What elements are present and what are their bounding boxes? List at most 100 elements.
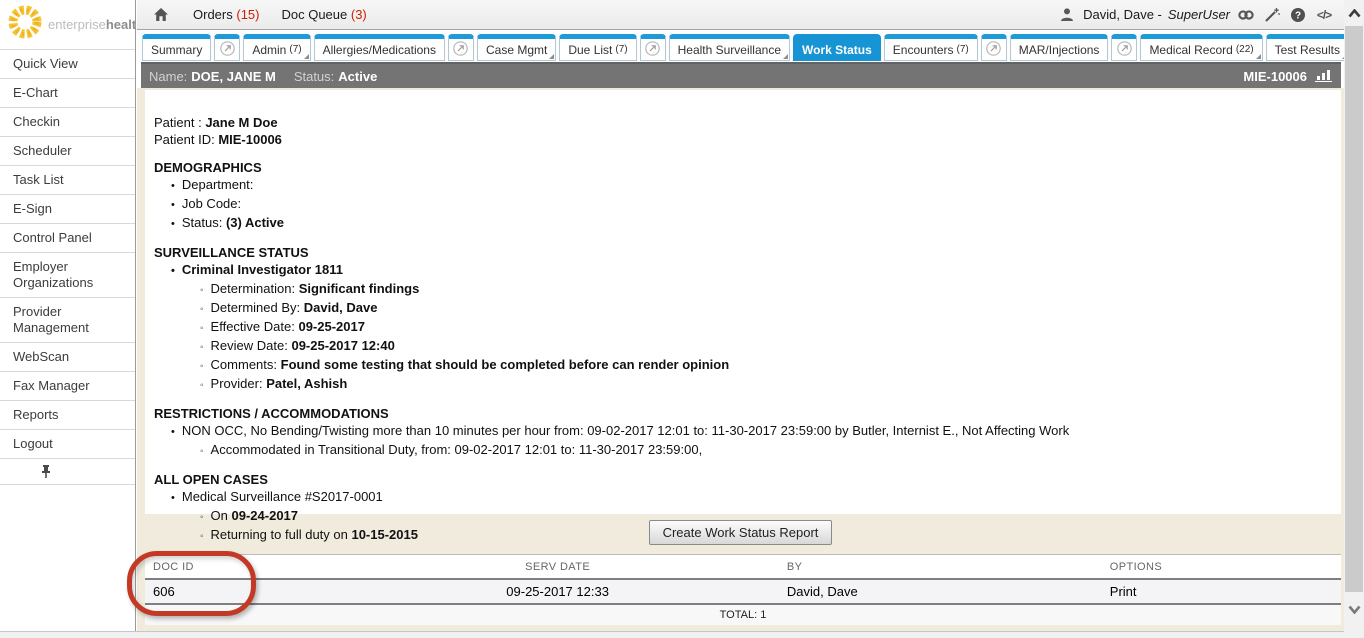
tab-test-results[interactable]: Test Results [1266,34,1349,61]
horizontal-scrollbar[interactable] [0,631,1344,638]
tab-label: Health Surveillance [678,43,781,57]
chart-stats-icon[interactable] [1315,68,1333,85]
patient-id-line: Patient ID: MIE-10006 [154,131,1331,148]
sidebar-item-reports[interactable]: Reports [0,400,135,429]
create-work-status-report-button[interactable]: Create Work Status Report [649,520,833,545]
pushpin-icon[interactable] [40,465,52,482]
item-value: Significant findings [299,281,420,296]
section-title-surveillance: SURVEILLANCE STATUS [154,244,1331,261]
tab-encounters-popout[interactable] [981,34,1007,61]
nav-orders-count: (15) [236,7,259,22]
help-icon[interactable]: ? [1288,6,1308,24]
print-link[interactable]: Print [1102,584,1341,599]
sidebar-item-employer-organizations[interactable]: Employer Organizations [0,252,135,297]
app-logo: enterprisehealth [0,0,135,49]
vertical-scrollbar[interactable] [1344,0,1364,638]
tab-case-mgmt[interactable]: Case Mgmt [477,34,556,61]
chart-tab-strip: Summary Admin(7) Allergies/Medications C… [137,30,1344,62]
tab-label: Allergies/Medications [323,43,436,57]
col-header-by: BY [779,561,1102,573]
sidebar-item-e-sign[interactable]: E-Sign [0,194,135,223]
item-label: Effective Date: [211,319,299,334]
user-icon [1057,6,1077,24]
col-header-options: OPTIONS [1102,561,1341,573]
tab-mar-popout[interactable] [1111,34,1137,61]
col-header-serv-date: SERV DATE [336,561,779,573]
tab-allergies-medications[interactable]: Allergies/Medications [314,34,445,61]
sidebar-item-fax-manager[interactable]: Fax Manager [0,371,135,400]
item-value: David, Dave [304,300,378,315]
scroll-down-icon[interactable] [1344,598,1364,620]
patient-status-label: Status: [294,69,334,84]
tab-label: Admin [252,43,286,57]
item-label: Job Code: [182,196,241,211]
tab-allergies-popout[interactable] [448,34,474,61]
scrollbar-thumb[interactable] [1345,26,1363,592]
sidebar-item-logout[interactable]: Logout [0,429,135,458]
tab-admin[interactable]: Admin(7) [243,34,310,61]
patient-header-bar: Name: DOE, JANE M Status: Active MIE-100… [141,62,1341,88]
link-icon[interactable] [1236,6,1256,24]
surveillance-determined-by: Determined By: David, Dave [200,299,1331,318]
dropdown-corner-icon [304,54,309,59]
patient-name-value: DOE, JANE M [191,69,276,84]
sidebar-item-task-list[interactable]: Task List [0,165,135,194]
user-name: David, Dave - [1083,7,1162,22]
tab-count: (22) [1236,44,1254,55]
tab-due-list[interactable]: Due List(7) [559,34,636,61]
patient-status-value: Active [338,69,377,84]
sidebar-item-webscan[interactable]: WebScan [0,342,135,371]
demographics-job-code: Job Code: [171,195,1331,214]
app-logo-text: enterprisehealth [48,17,144,32]
tab-encounters[interactable]: Encounters(7) [884,34,978,61]
restriction-bullet: NON OCC, No Bending/Twisting more than 1… [171,422,1331,441]
item-label: Provider: [211,376,267,391]
surveillance-job-bullet: Criminal Investigator 1811 [171,261,1331,280]
code-icon[interactable]: </> [1314,6,1334,24]
cell-serv-date: 09-25-2017 12:33 [336,584,779,599]
patient-name-label: Name: [149,69,187,84]
sidebar-pin-row [0,458,135,485]
restriction-accommodation: Accommodated in Transitional Duty, from:… [200,441,1331,460]
tab-count: (7) [615,44,627,55]
tab-label: Encounters [893,43,954,57]
demographics-department: Department: [171,176,1331,195]
wand-icon[interactable] [1262,6,1282,24]
section-title-open-cases: ALL OPEN CASES [154,471,1331,488]
table-total-row: TOTAL: 1 [145,605,1341,625]
tab-label: Test Results [1275,43,1340,57]
sidebar-item-quick-view[interactable]: Quick View [0,49,135,78]
sidebar-item-scheduler[interactable]: Scheduler [0,136,135,165]
section-title-restrictions: RESTRICTIONS / ACCOMMODATIONS [154,405,1331,422]
popout-arrow-icon [1117,41,1132,59]
sidebar-item-provider-management[interactable]: Provider Management [0,297,135,342]
tab-summary[interactable]: Summary [142,34,211,61]
item-label: Determined By: [211,300,304,315]
table-row[interactable]: 606 09-25-2017 12:33 David, Dave Print [145,580,1341,603]
dropdown-corner-icon [549,54,554,59]
tab-work-status[interactable]: Work Status [793,34,881,61]
svg-text:?: ? [1295,10,1301,21]
tab-medical-record[interactable]: Medical Record(22) [1140,34,1262,61]
nav-doc-queue-label: Doc Queue [281,7,347,22]
home-icon[interactable] [151,6,171,24]
item-label: Status: [182,215,226,230]
scroll-up-icon[interactable] [1344,2,1364,24]
nav-doc-queue-link[interactable]: Doc Queue (3) [281,7,366,22]
section-title-demographics: DEMOGRAPHICS [154,159,1331,176]
sidebar-item-checkin[interactable]: Checkin [0,107,135,136]
tab-mar-injections[interactable]: MAR/Injections [1010,34,1109,61]
patient-id-value: MIE-10006 [218,132,282,147]
tab-summary-popout[interactable] [214,34,240,61]
user-area: David, Dave - SuperUser ? </> [1057,6,1334,24]
sidebar-item-e-chart[interactable]: E-Chart [0,78,135,107]
work-status-report: Patient : Jane M Doe Patient ID: MIE-100… [145,90,1341,514]
nav-orders-link[interactable]: Orders (15) [193,7,259,22]
tab-count: (7) [289,44,301,55]
tab-health-surveillance[interactable]: Health Surveillance [669,34,790,61]
sidebar-item-control-panel[interactable]: Control Panel [0,223,135,252]
open-case-bullet: Medical Surveillance #S2017-0001 [171,488,1331,507]
dropdown-corner-icon [783,54,788,59]
patient-value: Jane M Doe [205,115,277,130]
tab-due-list-popout[interactable] [640,34,666,61]
